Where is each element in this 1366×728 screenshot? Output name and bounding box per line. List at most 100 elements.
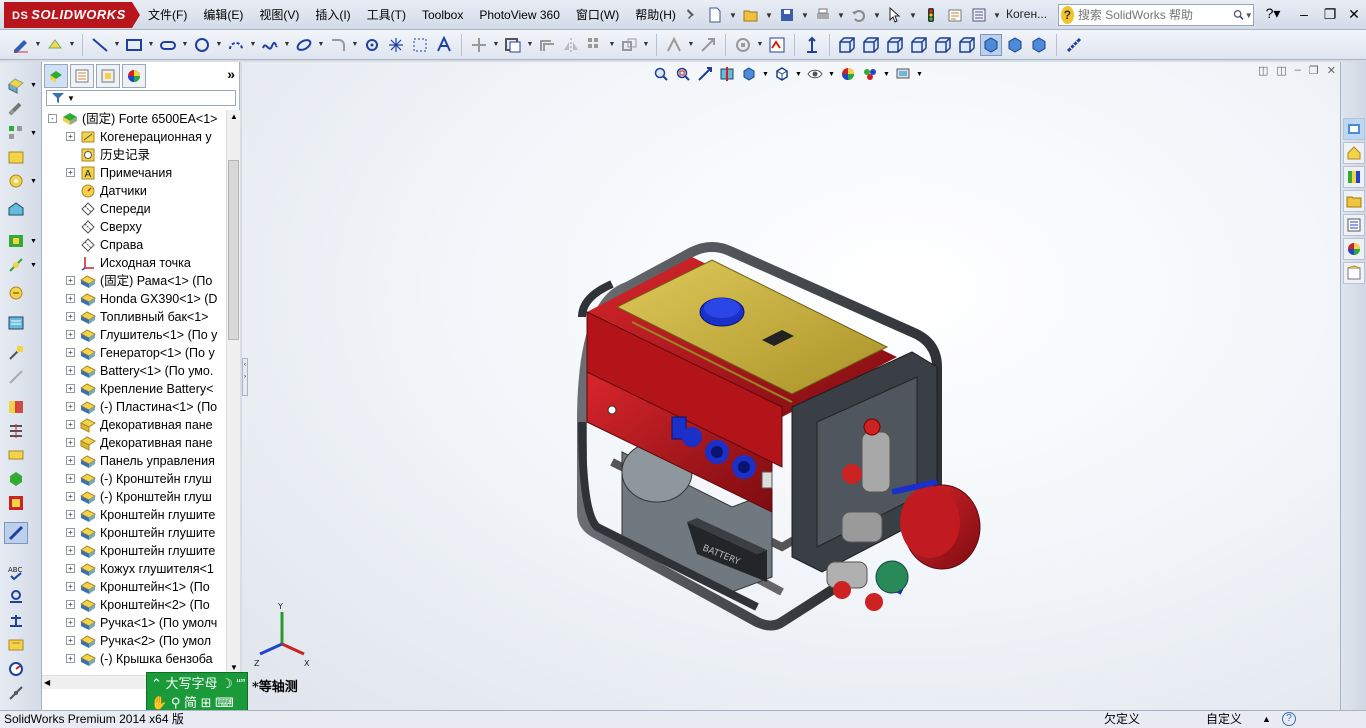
tree-item[interactable]: + Honda GX390<1> (D [42, 290, 226, 308]
save-dropdown-icon[interactable]: ▼ [800, 4, 810, 26]
zoom-to-area-icon[interactable] [674, 65, 692, 83]
tab-feature-manager[interactable] [44, 64, 68, 88]
viewport-minimize-icon[interactable]: ‒ [1295, 64, 1301, 77]
ime-keyboard-icon[interactable]: ⌨ [215, 695, 234, 710]
ime-hand-icon[interactable]: ✋ [151, 695, 167, 710]
tree-item[interactable]: Сверху [42, 218, 226, 236]
hide-show-items-icon[interactable] [806, 65, 824, 83]
minimize-window-icon[interactable]: ‒ [1292, 4, 1316, 24]
pin-icon[interactable] [680, 4, 702, 26]
fillet-icon[interactable] [327, 34, 349, 56]
point-icon[interactable] [385, 34, 407, 56]
view-left-icon[interactable] [884, 34, 906, 56]
view-back-icon[interactable] [860, 34, 882, 56]
expand-icon[interactable]: + [66, 348, 75, 357]
measure-side-icon[interactable] [4, 586, 28, 608]
restore-window-icon[interactable]: ❐ [1318, 4, 1342, 24]
expand-icon[interactable]: + [66, 492, 75, 501]
view-settings-icon[interactable] [894, 65, 912, 83]
undo-dropdown-icon[interactable]: ▼ [872, 4, 882, 26]
ime-toolbar[interactable]: ⌃ 大写字母 ☽ “” ✋ ⚲ 简 ⊞ ⌨ [146, 672, 248, 712]
display-style-icon[interactable] [773, 65, 791, 83]
menu-window[interactable]: 窗口(W) [568, 0, 627, 30]
expand-icon[interactable]: + [66, 330, 75, 339]
section-properties-icon[interactable] [4, 634, 28, 656]
scroll-left-icon[interactable]: ◀ [44, 676, 50, 690]
line-icon[interactable] [89, 34, 111, 56]
pattern-icon[interactable] [584, 34, 606, 56]
menu-insert[interactable]: 插入(I) [307, 0, 358, 30]
view-dimetric-icon[interactable] [1028, 34, 1050, 56]
rebuild-icon[interactable] [920, 4, 942, 26]
help-dropdown-icon[interactable]: ?▾ [1262, 5, 1284, 25]
expand-icon[interactable]: + [66, 276, 75, 285]
interference-detection-icon[interactable] [4, 396, 28, 418]
ellipse-icon[interactable] [293, 34, 315, 56]
expand-icon[interactable]: + [66, 618, 75, 627]
file-properties-icon[interactable] [944, 4, 966, 26]
expand-icon[interactable]: + [66, 474, 75, 483]
repair-sketch-icon[interactable] [697, 34, 719, 56]
expand-icon[interactable]: + [66, 528, 75, 537]
tree-item[interactable]: + (-) Пластина<1> (По [42, 398, 226, 416]
menu-view[interactable]: 视图(V) [251, 0, 307, 30]
tree-item[interactable]: + (-) Кронштейн глуш [42, 470, 226, 488]
tree-item[interactable]: + Кронштейн глушите [42, 542, 226, 560]
ime-punct-icon[interactable]: “” [236, 676, 245, 691]
hole-alignment-icon[interactable] [4, 444, 28, 466]
viewport-restore-icon[interactable]: ❐ [1309, 64, 1319, 77]
expand-icon[interactable]: + [66, 366, 75, 375]
assembly-features-icon[interactable] [4, 230, 28, 252]
move-component-icon[interactable] [4, 170, 28, 192]
instant-3d-icon[interactable] [4, 468, 28, 490]
exploded-view-icon[interactable] [4, 342, 28, 364]
smart-dimension-icon[interactable] [44, 34, 66, 56]
mirror-icon[interactable] [560, 34, 582, 56]
circle-icon[interactable] [191, 34, 213, 56]
tree-item[interactable]: Справа [42, 236, 226, 254]
menu-photoview[interactable]: PhotoView 360 [471, 0, 568, 30]
spline-icon[interactable] [259, 34, 281, 56]
reference-geometry-icon[interactable] [801, 34, 823, 56]
view-right-icon[interactable] [908, 34, 930, 56]
graphics-viewport[interactable]: ▼ ▼ ▼ ▼ ▼ ◫ ◫ ‒ ❐ ✕ ‹ › BATTERY Y X Z *等… [242, 62, 1340, 710]
ime-search-icon[interactable]: ⚲ [171, 695, 181, 710]
ime-moon-icon[interactable]: ☽ [221, 676, 233, 691]
solidworks-resources-icon[interactable] [1343, 118, 1365, 140]
print-dropdown-icon[interactable]: ▼ [836, 4, 846, 26]
tree-item[interactable]: + (-) Кронштейн глуш [42, 488, 226, 506]
measure-icon[interactable] [1063, 34, 1085, 56]
feature-tree-filter[interactable]: ▼ [46, 90, 236, 106]
tab-property-manager[interactable] [70, 64, 94, 88]
view-isometric-icon[interactable] [980, 33, 1002, 56]
bill-of-materials-icon[interactable] [4, 312, 28, 334]
search-dropdown-icon[interactable]: ▼ [1244, 11, 1253, 20]
tree-item[interactable]: 历史记录 [42, 146, 226, 164]
save-icon[interactable] [776, 4, 798, 26]
tree-item[interactable]: + Ручка<1> (По умолч [42, 614, 226, 632]
expand-icon[interactable]: + [66, 636, 75, 645]
expand-icon[interactable]: + [66, 582, 75, 591]
edit-appearance-icon[interactable] [839, 65, 857, 83]
menu-file[interactable]: 文件(F) [140, 0, 195, 30]
home-icon[interactable] [1343, 142, 1365, 164]
sketch-icon[interactable] [10, 34, 32, 56]
expand-icon[interactable]: + [66, 564, 75, 573]
show-hidden-components-icon[interactable] [4, 198, 28, 220]
tree-item[interactable]: - (固定) Forte 6500EA<1> [42, 110, 226, 128]
options-icon[interactable] [968, 4, 990, 26]
slot-icon[interactable] [157, 34, 179, 56]
linear-pattern-icon[interactable] [4, 122, 28, 144]
ime-grid-icon[interactable]: ⊞ [201, 695, 212, 710]
menu-edit[interactable]: 编辑(E) [195, 0, 251, 30]
view-palette-icon[interactable] [1343, 214, 1365, 236]
reference-geometry-side-icon[interactable] [4, 254, 28, 276]
convert-entities-icon[interactable] [502, 34, 524, 56]
quick-snaps-icon[interactable] [732, 34, 754, 56]
tree-item[interactable]: + Кронштейн глушите [42, 524, 226, 542]
tree-item[interactable]: + Кронштейн глушите [42, 506, 226, 524]
help-search-input[interactable] [1077, 8, 1233, 22]
expand-icon[interactable]: + [66, 600, 75, 609]
tab-display-manager[interactable] [122, 64, 146, 88]
solidworks-logo[interactable]: DS SOLIDWORKS [4, 2, 140, 28]
